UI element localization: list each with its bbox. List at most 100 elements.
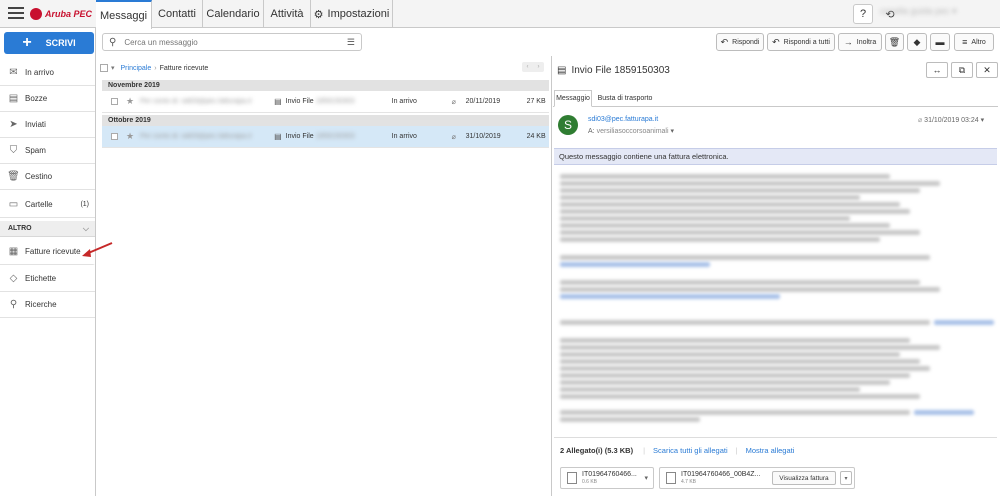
reply-all-button[interactable]: ↶ Rispondi a tutti bbox=[767, 33, 835, 51]
sidebar-item-etichette[interactable]: ◇ Etichette bbox=[0, 266, 95, 292]
reply-all-icon: ↶ bbox=[772, 36, 780, 47]
document-icon: ▤ bbox=[274, 132, 282, 141]
recipient[interactable]: A: versiliasoccorsoanimali ▾ bbox=[588, 127, 674, 135]
table-row[interactable]: ★ Per conto di: sdi03@pec.fatturapa.it ▤… bbox=[102, 126, 549, 148]
avatar: S bbox=[558, 115, 578, 135]
blurred-text-line bbox=[560, 359, 920, 364]
sidebar-item-cartelle[interactable]: ▭ Cartelle (1) bbox=[0, 192, 95, 218]
open-window-icon[interactable]: ⧉ bbox=[951, 62, 973, 78]
blurred-text-line bbox=[560, 373, 910, 378]
move-folder-button[interactable]: ▬ bbox=[930, 33, 950, 51]
tab-busta-di-trasporto[interactable]: Busta di trasporto bbox=[594, 90, 656, 107]
blurred-text-line bbox=[560, 223, 890, 228]
sidebar-item-in-arrivo[interactable]: ✉ In arrivo bbox=[0, 60, 95, 86]
row-checkbox[interactable] bbox=[111, 133, 118, 140]
preview-title: ▤ Invio File 1859150303 bbox=[557, 64, 670, 76]
section-altro-header[interactable]: ALTRO ⌵ bbox=[0, 221, 95, 237]
view-invoice-button[interactable]: Visualizza fattura bbox=[772, 471, 836, 485]
more-button[interactable]: ≡ Altro bbox=[954, 33, 994, 51]
forward-button[interactable]: → Inoltra bbox=[838, 33, 882, 51]
blurred-text-line bbox=[560, 174, 890, 179]
blurred-text-line bbox=[560, 352, 900, 357]
blurred-text-line bbox=[560, 262, 710, 267]
search-box[interactable]: ⚲ ☰ bbox=[102, 33, 362, 51]
chevron-down-icon[interactable]: ▾ bbox=[981, 117, 985, 124]
logo-mark-icon bbox=[30, 8, 42, 20]
chevron-down-icon[interactable]: ▾ bbox=[840, 471, 852, 485]
drafts-icon: ▤ bbox=[8, 93, 19, 104]
tab-calendario[interactable]: Calendario bbox=[203, 0, 264, 28]
sidebar-item-inviati[interactable]: ➤ Inviati bbox=[0, 112, 95, 138]
blurred-text-line bbox=[560, 209, 910, 214]
attachments-bar: 2 Allegato(i) (5.3 KB) | Scarica tutti g… bbox=[560, 446, 795, 455]
blurred-text-line bbox=[560, 202, 900, 207]
sidebar-item-cestino[interactable]: 🗑 Cestino bbox=[0, 164, 95, 190]
table-row[interactable]: ★ Per conto di: sdi03@pec.fatturapa.it ▤… bbox=[102, 91, 549, 113]
chevron-down-icon[interactable]: ▾ bbox=[644, 474, 648, 482]
star-icon[interactable]: ★ bbox=[126, 131, 134, 142]
tab-attivita[interactable]: Attività bbox=[264, 0, 311, 28]
menu-icon: ≡ bbox=[962, 37, 968, 47]
hamburger-menu-icon[interactable] bbox=[8, 7, 24, 21]
blurred-text-line bbox=[560, 294, 780, 299]
blurred-text-line bbox=[560, 188, 920, 193]
sidebar-item-bozze[interactable]: ▤ Bozze bbox=[0, 86, 95, 112]
blurred-text-line bbox=[560, 366, 930, 371]
invoice-icon: ▦ bbox=[8, 246, 19, 257]
blurred-text-line bbox=[560, 387, 860, 392]
group-header: Ottobre 2019 bbox=[102, 115, 549, 126]
download-all-link[interactable]: Scarica tutti gli allegati bbox=[653, 446, 728, 455]
chevron-left-icon[interactable]: ‹ bbox=[527, 64, 529, 70]
blurred-text-line bbox=[560, 417, 700, 422]
search-filter-icon[interactable]: ☰ bbox=[347, 37, 355, 48]
select-all-checkbox[interactable] bbox=[100, 64, 108, 72]
blurred-text-line bbox=[560, 380, 890, 385]
blurred-text-line bbox=[560, 181, 940, 186]
blurred-text-line bbox=[560, 394, 920, 399]
label-button[interactable]: ◆ bbox=[907, 33, 927, 51]
search-icon: ⚲ bbox=[9, 299, 18, 310]
delete-button[interactable]: 🗑 bbox=[885, 33, 904, 51]
tab-impostazioni[interactable]: ⚙ Impostazioni bbox=[311, 0, 393, 28]
tab-contatti[interactable]: Contatti bbox=[152, 0, 203, 28]
pager[interactable]: ‹ › bbox=[522, 62, 544, 72]
close-icon[interactable]: ✕ bbox=[976, 62, 998, 78]
reply-button[interactable]: ↶ Rispondi bbox=[716, 33, 764, 51]
file-icon bbox=[567, 472, 577, 484]
tag-icon: ◆ bbox=[913, 36, 921, 47]
chevron-down-icon[interactable]: ▾ bbox=[111, 64, 115, 72]
blurred-text-line bbox=[560, 237, 880, 242]
chevron-down-icon: ⌵ bbox=[82, 223, 89, 233]
logo: Aruba PEC bbox=[30, 6, 92, 22]
tab-messaggi[interactable]: Messaggi bbox=[96, 0, 152, 29]
breadcrumb-root-link[interactable]: Principale bbox=[121, 65, 152, 72]
sender-email[interactable]: sdi03@pec.fatturapa.it bbox=[588, 116, 658, 123]
attachment-item[interactable]: IT01964760466... 0.6 KB ▾ bbox=[560, 467, 654, 489]
star-icon[interactable]: ★ bbox=[126, 96, 134, 107]
paperclip-icon: ⌀ bbox=[918, 117, 923, 124]
search-input[interactable] bbox=[124, 37, 347, 47]
divider bbox=[554, 437, 997, 438]
tab-messaggio[interactable]: Messaggio bbox=[554, 90, 592, 107]
expand-width-icon[interactable]: ↔ bbox=[926, 62, 948, 78]
plus-icon: + bbox=[22, 34, 32, 51]
gear-icon: ⚙ bbox=[313, 8, 324, 21]
sidebar-item-ricerche[interactable]: ⚲ Ricerche bbox=[0, 292, 95, 318]
show-attachments-link[interactable]: Mostra allegati bbox=[746, 446, 795, 455]
blurred-text-line bbox=[560, 287, 940, 292]
forward-icon: → bbox=[843, 37, 853, 47]
document-icon: ▤ bbox=[274, 97, 282, 106]
help-icon[interactable]: ? bbox=[853, 4, 873, 24]
breadcrumb: ▾ Principale › Fatture ricevute bbox=[100, 60, 545, 76]
sidebar-item-spam[interactable]: ⛉ Spam bbox=[0, 138, 95, 164]
shield-icon: ⛉ bbox=[9, 145, 18, 156]
chevron-right-icon[interactable]: › bbox=[538, 64, 540, 70]
folder-icon: ▬ bbox=[935, 37, 945, 47]
send-icon: ➤ bbox=[9, 119, 18, 130]
user-account[interactable]: casella guida pec ▾ bbox=[880, 6, 990, 22]
blurred-text-line bbox=[560, 216, 850, 221]
compose-button[interactable]: + SCRIVI bbox=[4, 32, 94, 54]
blurred-text-line bbox=[560, 280, 920, 285]
breadcrumb-current: Fatture ricevute bbox=[159, 64, 209, 72]
row-checkbox[interactable] bbox=[111, 98, 118, 105]
